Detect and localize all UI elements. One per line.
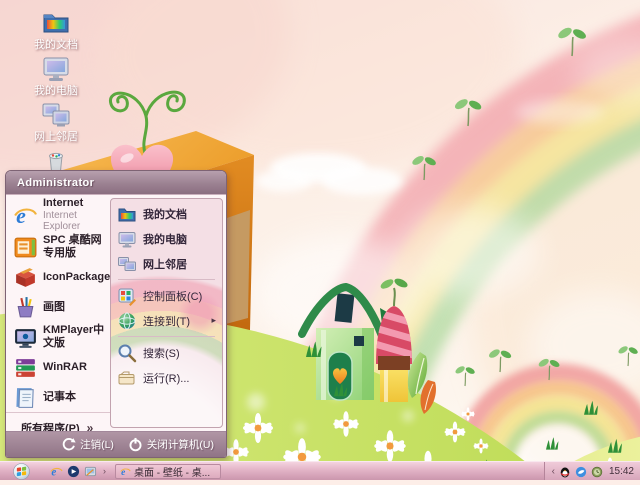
search-icon [117,343,137,363]
menu-item-search[interactable]: 搜索(S) [111,340,222,365]
username: Administrator [17,176,95,189]
power-icon [128,437,143,452]
quick-launch-bar: e › [50,465,106,478]
desktop-icon-network-places[interactable]: 网上邻居 [18,98,94,143]
menu-item-notepad[interactable]: 记事本 [6,382,110,412]
internet-explorer-icon: e [13,203,38,228]
spc-app-icon [13,235,38,260]
menu-item-control-panel[interactable]: 控制面板(C) [111,283,222,308]
log-off-button[interactable]: 注销(L) [61,437,114,452]
start-button[interactable] [13,462,30,480]
menu-item-network-places[interactable]: 网上邻居 [111,251,222,276]
svg-text:e: e [16,203,26,227]
start-menu: Administrator e Internet Internet Explore… [5,170,227,458]
quick-launch-expand-icon[interactable]: › [103,466,106,476]
start-menu-pinned-list: e Internet Internet Explorer SPC 桌酷网专用版 I… [6,195,115,435]
tray-qq-icon[interactable] [559,465,571,478]
notepad-icon [13,385,38,410]
menu-item-my-documents[interactable]: 我的文档 [111,201,222,226]
shut-down-button[interactable]: 关闭计算机(U) [128,437,214,452]
menu-item-iconpackager[interactable]: IconPackager [6,262,115,292]
tray-clock[interactable]: 15:42 [609,466,634,477]
kmplayer-icon [13,325,38,350]
menu-item-connect-to[interactable]: 连接到(T) ▸ [111,308,222,333]
my-documents-icon [117,204,137,224]
iconpackager-icon [13,265,38,290]
menu-item-spc[interactable]: SPC 桌酷网专用版 [6,232,110,262]
desktop-icon-my-documents[interactable]: 我的文档 [18,6,94,51]
menu-separator [118,279,215,280]
log-off-icon [61,437,76,452]
network-places-icon [117,254,137,274]
start-menu-user-banner: Administrator [6,171,226,194]
submenu-arrow-icon: ▸ [211,315,216,325]
network-places-icon [40,98,72,130]
quick-launch-show-desktop-icon[interactable] [84,465,97,478]
menu-item-kmplayer[interactable]: KMPlayer中文版 [6,322,110,352]
system-tray: ‹ 15:42 [543,462,640,480]
run-icon [117,368,137,388]
start-menu-footer: 注销(L) 关闭计算机(U) [6,431,226,457]
paint-icon [13,295,38,320]
menu-item-run[interactable]: 运行(R)... [111,365,222,390]
desktop-icon-my-computer[interactable]: 我的电脑 [18,52,94,97]
my-documents-icon [40,6,72,38]
control-panel-icon [117,286,137,306]
desktop-icon-label: 我的文档 [34,39,78,51]
connect-to-icon [117,311,137,331]
menu-separator [118,336,215,337]
start-menu-places-panel: 我的文档 我的电脑 网上邻居 控制面板(C) 连接到(T) ▸ 搜索(S) 运行… [110,198,223,428]
tray-overflow-chevron-icon[interactable]: ‹ [552,466,555,477]
menu-item-my-computer[interactable]: 我的电脑 [111,226,222,251]
my-computer-icon [117,229,137,249]
my-computer-icon [40,52,72,84]
task-title: 桌面 - 壁纸 - 桌... [134,467,211,479]
tray-messenger-icon[interactable] [575,465,587,478]
taskbar: e › e 桌面 - 壁纸 - 桌... ‹ 15:42 [0,461,640,480]
quick-launch-ie-icon[interactable]: e [50,465,63,478]
menu-item-internet[interactable]: e Internet Internet Explorer [6,197,110,232]
tray-clock-utility-icon[interactable] [591,465,603,478]
menu-item-winrar[interactable]: WinRAR [6,352,110,382]
taskbar-task-ie-window[interactable]: e 桌面 - 壁纸 - 桌... [115,463,221,479]
desktop-icon-label: 网上邻居 [34,131,78,143]
quick-launch-media-player-icon[interactable] [67,465,80,478]
desktop-icon-label: 我的电脑 [34,85,78,97]
menu-item-paint[interactable]: 画图 [6,292,110,322]
ie-task-icon: e [120,466,131,478]
winrar-icon [13,355,38,380]
